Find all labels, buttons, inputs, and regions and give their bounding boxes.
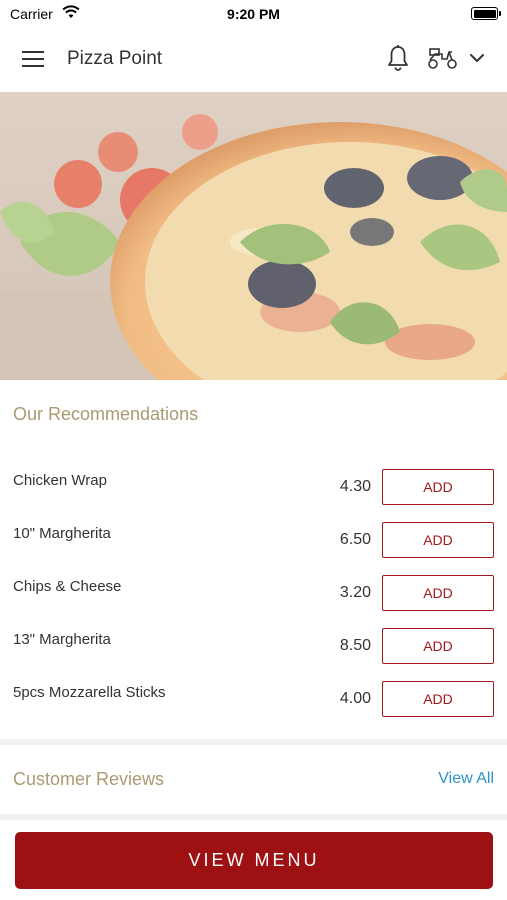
add-button[interactable]: ADD <box>382 628 494 664</box>
list-item: 13" Margherita 8.50 ADD <box>0 628 507 668</box>
section-divider <box>0 739 507 745</box>
item-price: 4.30 <box>339 478 371 495</box>
recommendations-title: Our Recommendations <box>13 404 199 424</box>
add-button[interactable]: ADD <box>382 575 494 611</box>
section-divider <box>0 814 507 820</box>
item-price: 8.50 <box>339 637 371 654</box>
list-item: Chicken Wrap 4.30 ADD <box>0 469 507 509</box>
nav-bar: Pizza Point <box>0 28 507 92</box>
battery-icon <box>471 7 501 20</box>
clock: 9:20 PM <box>227 6 280 22</box>
status-bar: Carrier 9:20 PM <box>0 0 507 28</box>
reviews-title: Customer Reviews <box>13 769 165 789</box>
item-price: 4.00 <box>339 690 371 707</box>
app-title: Pizza Point <box>67 48 163 69</box>
item-name: 13" Margherita <box>13 631 111 648</box>
add-button[interactable]: ADD <box>382 522 494 558</box>
delivery-scooter-icon[interactable] <box>427 46 459 75</box>
bell-icon[interactable] <box>385 44 411 77</box>
item-price: 3.20 <box>339 584 371 601</box>
add-button[interactable]: ADD <box>382 681 494 717</box>
view-menu-button[interactable]: VIEW MENU <box>15 832 493 889</box>
item-name: 5pcs Mozzarella Sticks <box>13 684 166 701</box>
item-price: 6.50 <box>339 531 371 548</box>
item-name: 10" Margherita <box>13 525 111 542</box>
chevron-down-icon[interactable] <box>469 51 485 69</box>
add-button[interactable]: ADD <box>382 469 494 505</box>
list-item: 5pcs Mozzarella Sticks 4.00 ADD <box>0 681 507 721</box>
item-name: Chicken Wrap <box>13 472 107 489</box>
list-item: Chips & Cheese 3.20 ADD <box>0 575 507 615</box>
view-all-link[interactable]: View All <box>438 770 494 788</box>
hamburger-menu-icon[interactable] <box>22 50 46 68</box>
hero-pizza-image <box>0 92 507 380</box>
item-name: Chips & Cheese <box>13 578 122 595</box>
list-item: 10" Margherita 6.50 ADD <box>0 522 507 562</box>
